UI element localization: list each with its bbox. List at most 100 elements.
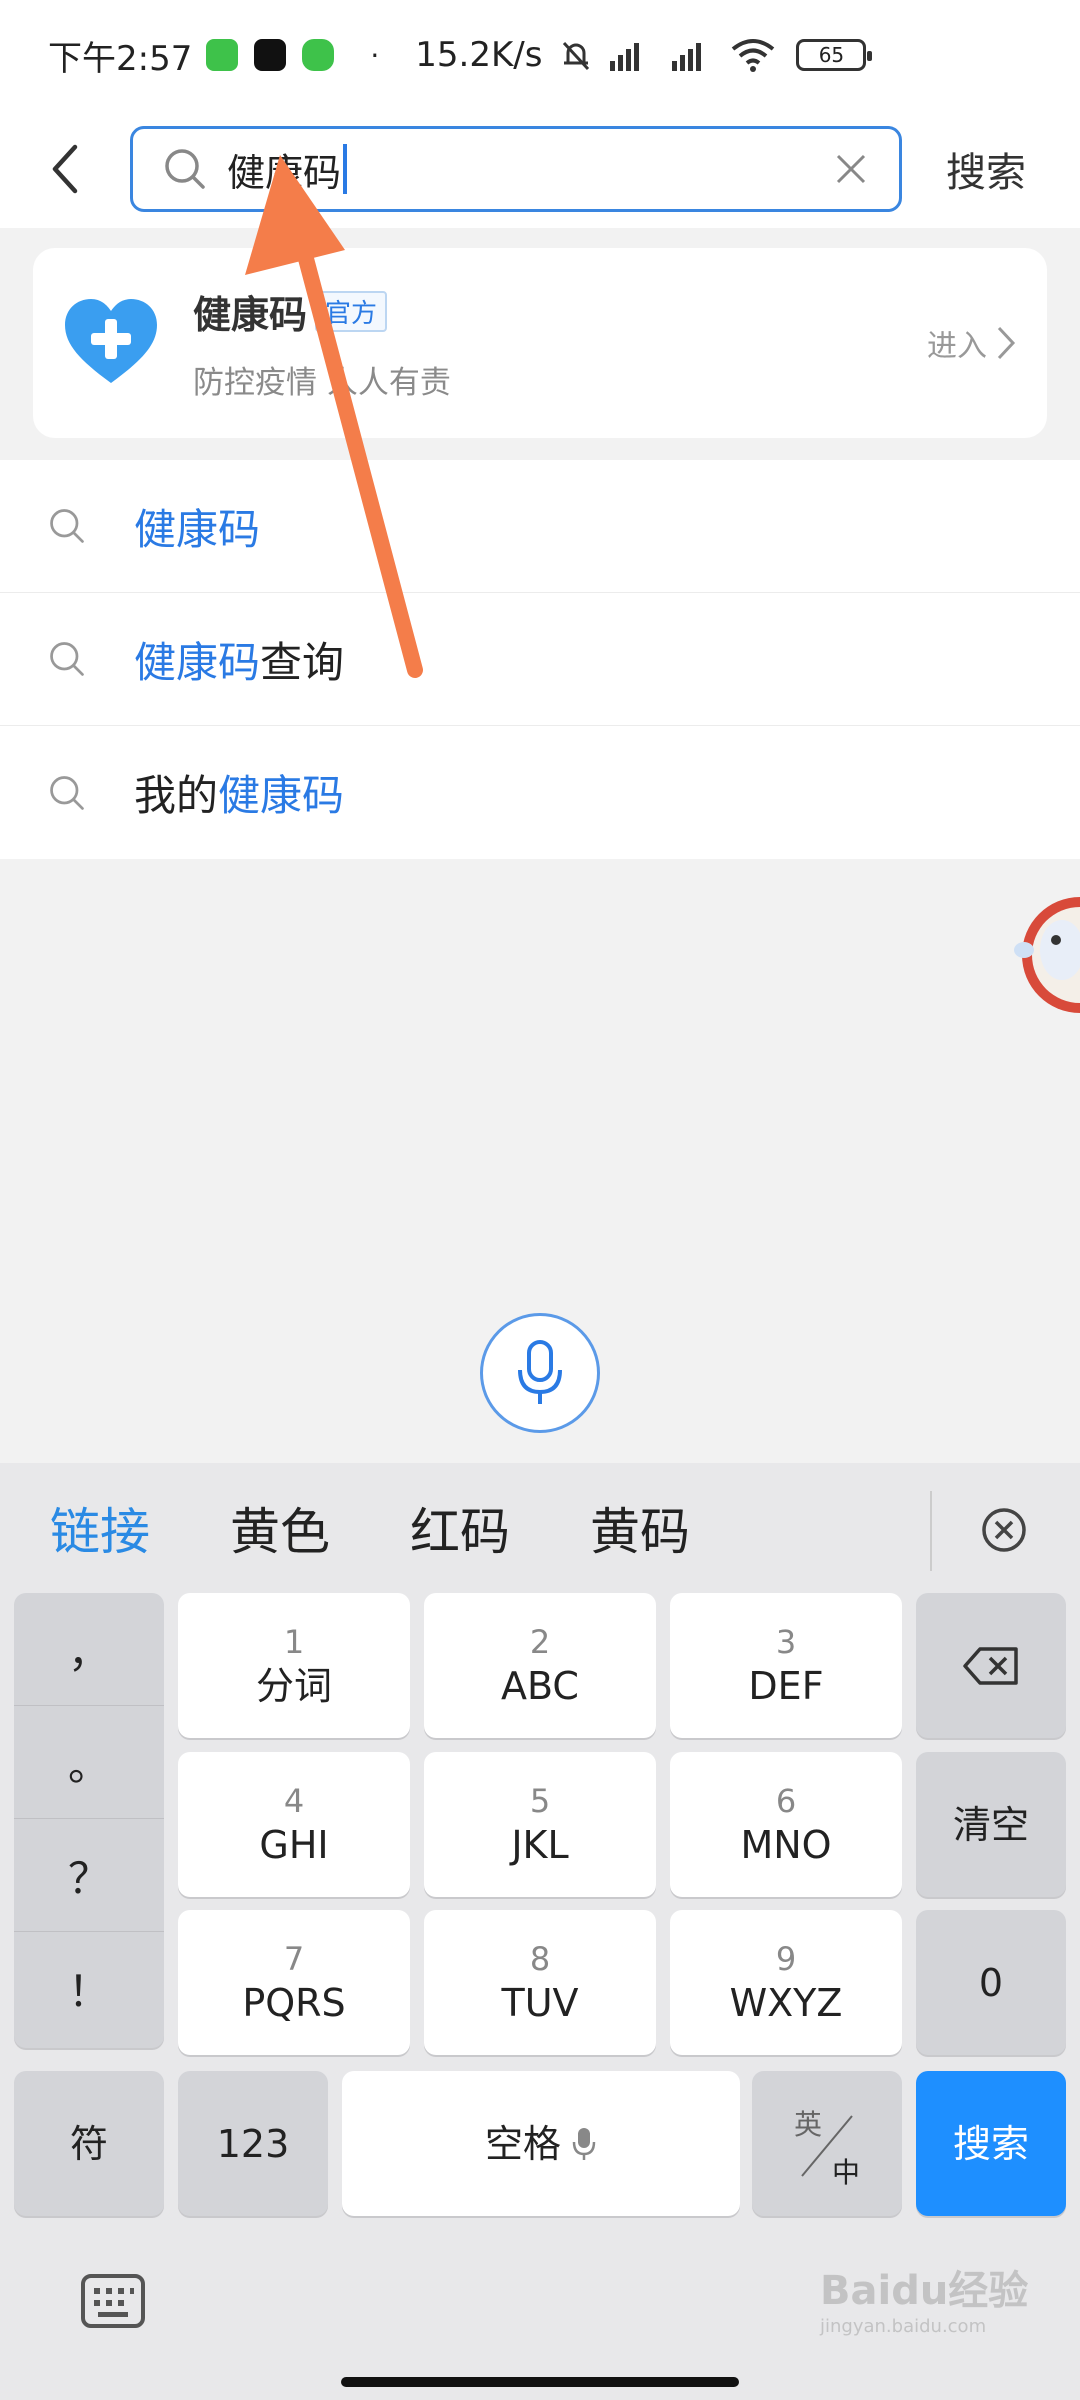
key-7[interactable]: 7 PQRS bbox=[178, 1910, 410, 2055]
clear-search-button[interactable] bbox=[829, 147, 873, 191]
candidate-word[interactable]: 黄色 bbox=[230, 1492, 330, 1564]
candidate-word[interactable]: 红码 bbox=[410, 1492, 510, 1564]
key-number: 9 bbox=[775, 1939, 797, 1978]
key-3[interactable]: 3 DEF bbox=[670, 1593, 902, 1738]
status-bar: 下午2:57 · 15.2K/s 65 bbox=[0, 0, 1080, 110]
lang-zh-label: 中 bbox=[832, 2156, 861, 2189]
key-9[interactable]: 9 WXYZ bbox=[670, 1910, 902, 2055]
key-1[interactable]: 1 分词 bbox=[178, 1593, 410, 1738]
key-label: DEF bbox=[748, 1663, 824, 1708]
search-input[interactable]: 健康码 bbox=[227, 142, 829, 197]
candidate-word[interactable]: 链接 bbox=[50, 1492, 150, 1564]
tiktok-icon bbox=[254, 39, 287, 71]
key-label: TUV bbox=[501, 1980, 579, 2025]
language-switch-key[interactable]: 英 中 bbox=[752, 2071, 902, 2216]
punct-key-period[interactable]: 。 bbox=[14, 1706, 164, 1819]
floating-mascot-icon[interactable] bbox=[1010, 880, 1080, 1030]
wifi-icon bbox=[730, 37, 776, 73]
back-button[interactable] bbox=[0, 110, 130, 228]
key-label: PQRS bbox=[242, 1980, 346, 2025]
search-box[interactable]: 健康码 bbox=[130, 126, 902, 212]
watermark-brand: Baidu经验 bbox=[820, 2268, 1029, 2314]
key-label: 符 bbox=[69, 2121, 108, 2166]
backspace-icon bbox=[963, 1646, 1018, 1685]
punct-key-comma[interactable]: ， bbox=[14, 1593, 164, 1706]
key-6[interactable]: 6 MNO bbox=[670, 1752, 902, 1897]
home-indicator[interactable] bbox=[341, 2377, 739, 2387]
official-badge: 官方 bbox=[315, 291, 388, 332]
search-enter-key[interactable]: 搜索 bbox=[916, 2071, 1066, 2216]
battery-indicator: 65 bbox=[796, 39, 873, 71]
key-number: 3 bbox=[775, 1622, 797, 1661]
punct-key-question[interactable]: ？ bbox=[14, 1819, 164, 1932]
key-label: GHI bbox=[259, 1822, 329, 1867]
clear-key[interactable]: 清空 bbox=[916, 1752, 1066, 1897]
suggestion-highlight: 健康码 bbox=[134, 504, 261, 554]
key-5[interactable]: 5 JKL bbox=[424, 1752, 656, 1897]
punctuation-column: ， 。 ？ ！ bbox=[14, 1593, 164, 2048]
suggestion-text: 健康码查询 bbox=[134, 629, 344, 690]
watermark-url: jingyan.baidu.com bbox=[820, 2316, 987, 2337]
key-number: 6 bbox=[775, 1781, 797, 1820]
voice-input-button[interactable] bbox=[480, 1313, 600, 1433]
key-number: 4 bbox=[283, 1781, 305, 1820]
key-4[interactable]: 4 GHI bbox=[178, 1752, 410, 1897]
symbol-key[interactable]: 符 bbox=[14, 2071, 164, 2216]
key-label: 搜索 bbox=[952, 2121, 1029, 2166]
key-label: ABC bbox=[501, 1663, 579, 1708]
enter-link[interactable]: 进入 bbox=[927, 321, 1019, 365]
key-number: 2 bbox=[529, 1622, 551, 1661]
lang-en-label: 英 bbox=[794, 2108, 823, 2141]
search-icon bbox=[163, 147, 207, 191]
space-key[interactable]: 空格 bbox=[342, 2071, 740, 2216]
status-time: 下午2:57 bbox=[48, 38, 193, 79]
result-card-health-code[interactable]: 健康码 官方 防控疫情 人人有责 进入 bbox=[33, 248, 1047, 438]
lang-switch-graphic bbox=[801, 2115, 853, 2177]
close-circle-icon[interactable] bbox=[980, 1506, 1028, 1554]
status-dot: · bbox=[370, 38, 380, 72]
key-label: MNO bbox=[740, 1822, 832, 1867]
text-caret bbox=[343, 144, 348, 194]
card-title-row: 健康码 官方 bbox=[193, 284, 927, 339]
key-0[interactable]: 0 bbox=[916, 1910, 1066, 2055]
key-8[interactable]: 8 TUV bbox=[424, 1910, 656, 2055]
microphone-icon bbox=[572, 2127, 596, 2160]
key-label: JKL bbox=[511, 1822, 569, 1867]
candidate-bar: 链接 黄色 红码 黄码 bbox=[0, 1463, 1080, 1593]
search-icon bbox=[0, 639, 134, 679]
backspace-key[interactable] bbox=[916, 1593, 1066, 1738]
keyboard-hide-icon[interactable] bbox=[80, 2273, 146, 2329]
microphone-icon bbox=[518, 1340, 562, 1404]
signal-hd-icon bbox=[606, 37, 656, 73]
search-query-text: 健康码 bbox=[227, 150, 342, 195]
enter-label: 进入 bbox=[927, 329, 987, 364]
signal-hd-icon-2 bbox=[668, 37, 718, 73]
chevron-left-icon bbox=[52, 144, 78, 194]
candidate-word[interactable]: 黄码 bbox=[590, 1492, 690, 1564]
key-label: 空格 bbox=[484, 2121, 561, 2166]
search-header: 健康码 搜索 bbox=[0, 110, 1080, 228]
wechat-mini-icon bbox=[206, 39, 239, 71]
net-speed: 15.2K/s bbox=[415, 35, 543, 75]
suggestion-list: 健康码 健康码查询 我的健康码 bbox=[0, 460, 1080, 859]
key-number: 5 bbox=[529, 1781, 551, 1820]
message-icon bbox=[302, 39, 335, 71]
suggestion-text: 健康码 bbox=[134, 496, 260, 557]
suggestion-item[interactable]: 我的健康码 bbox=[0, 726, 1080, 859]
key-2[interactable]: 2 ABC bbox=[424, 1593, 656, 1738]
search-icon bbox=[0, 506, 134, 546]
punct-key-exclaim[interactable]: ！ bbox=[14, 1932, 164, 2045]
key-label: 分词 bbox=[255, 1663, 332, 1708]
candidate-divider bbox=[930, 1491, 932, 1571]
baidu-watermark: Baidu经验 jingyan.baidu.com bbox=[820, 2258, 1028, 2337]
suggestion-item[interactable]: 健康码 bbox=[0, 460, 1080, 593]
key-label: WXYZ bbox=[729, 1980, 843, 2025]
card-subtitle: 防控疫情 人人有责 bbox=[193, 365, 451, 401]
key-label: 123 bbox=[216, 2121, 290, 2166]
suggestion-item[interactable]: 健康码查询 bbox=[0, 593, 1080, 726]
health-heart-icon bbox=[65, 299, 157, 383]
suggestion-suffix: 查询 bbox=[260, 637, 345, 687]
suggestion-prefix: 我的 bbox=[134, 771, 219, 820]
number-mode-key[interactable]: 123 bbox=[178, 2071, 328, 2216]
search-submit-button[interactable]: 搜索 bbox=[946, 140, 1026, 198]
